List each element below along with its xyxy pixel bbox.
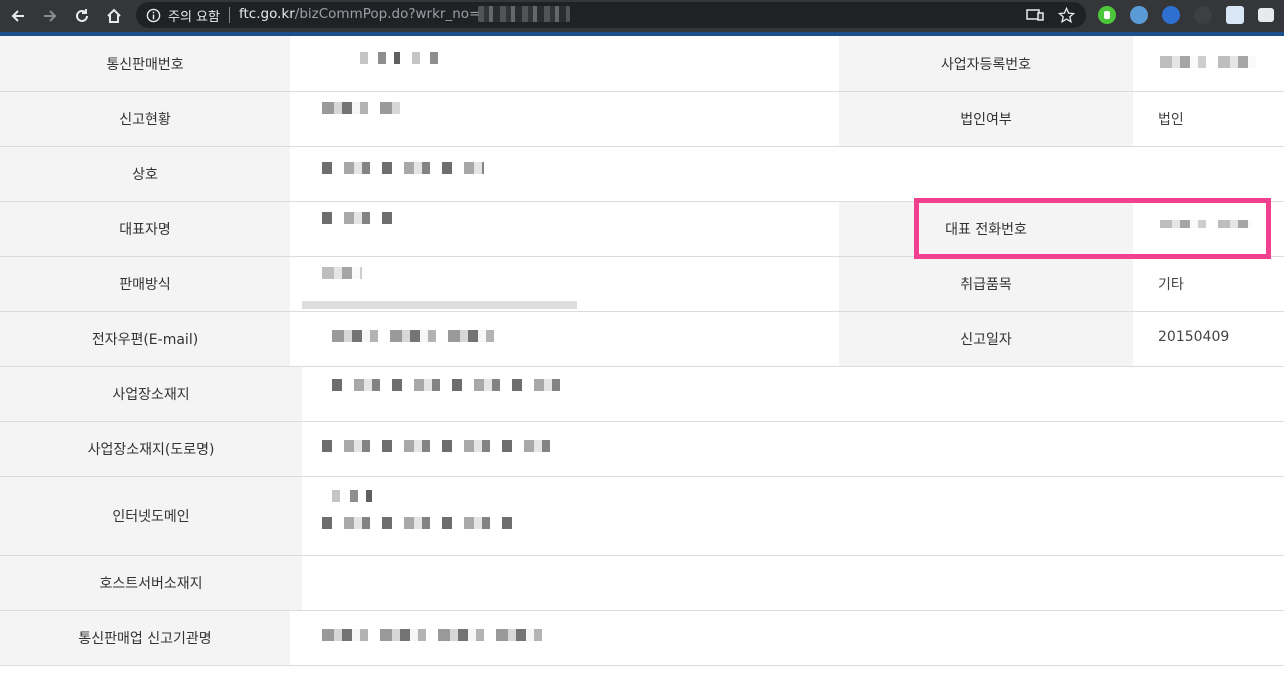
table-row-business-road-address: 사업장소재지(도로명) — [0, 422, 1284, 477]
redacted-url-param — [478, 6, 570, 22]
redacted-report-status — [322, 102, 400, 114]
label-representative-name: 대표자명 — [0, 202, 290, 256]
url-path: /bizCommPop.do?wrkr_no= — [294, 6, 481, 22]
url-text[interactable]: ftc.go.kr/bizCommPop.do?wrkr_no= — [239, 6, 480, 22]
omnibox-divider — [229, 7, 230, 23]
redacted-representative-name — [322, 212, 400, 224]
redacted-internet-domain-1 — [332, 490, 372, 502]
value-handled-items: 기타 — [1158, 277, 1184, 293]
label-email: 전자우편(E-mail) — [0, 312, 290, 366]
extension-blue-icon[interactable] — [1162, 6, 1180, 24]
extension-green-icon[interactable] — [1098, 6, 1116, 24]
label-mail-order-number: 통신판매번호 — [0, 36, 290, 91]
label-reporting-agency: 통신판매업 신고기관명 — [0, 611, 290, 665]
label-company-name: 상호 — [0, 147, 290, 201]
table-row-report-status: 신고현황 법인여부 법인 — [0, 92, 1284, 147]
bookmark-star-icon[interactable] — [1057, 6, 1076, 28]
table-row-email: 전자우편(E-mail) 신고일자 20150409 — [0, 312, 1284, 367]
table-row-internet-domain: 인터넷도메인 — [0, 477, 1284, 556]
redacted-business-address — [332, 379, 562, 391]
redacted-email — [332, 330, 494, 342]
back-icon[interactable] — [6, 4, 30, 28]
label-business-registration-number: 사업자등록번호 — [839, 36, 1133, 91]
extension-dim-icon[interactable] — [1194, 6, 1212, 24]
redacted-reporting-agency — [322, 629, 544, 641]
info-icon[interactable] — [146, 8, 161, 27]
extension-globe-icon[interactable] — [1130, 6, 1148, 24]
redacted-sales-method — [322, 267, 362, 279]
label-business-address: 사업장소재지 — [0, 367, 302, 421]
extension-mail-icon[interactable] — [1226, 6, 1244, 24]
extension-window-icon[interactable] — [1258, 8, 1274, 22]
label-internet-domain: 인터넷도메인 — [0, 477, 302, 555]
redacted-internet-domain-2 — [322, 517, 522, 529]
label-report-date: 신고일자 — [839, 312, 1133, 366]
table-row-host-server-location: 호스트서버소재지 — [0, 556, 1284, 611]
table-row-reporting-agency: 통신판매업 신고기관명 — [0, 611, 1284, 666]
scroll-shadow-bar — [302, 301, 577, 309]
label-business-road-address: 사업장소재지(도로명) — [0, 422, 302, 476]
table-row-mail-order-number: 통신판매번호 사업자등록번호 — [0, 36, 1284, 92]
table-row-company-name: 상호 — [0, 147, 1284, 202]
label-sales-method: 판매방식 — [0, 257, 290, 311]
label-host-server-location: 호스트서버소재지 — [0, 556, 302, 610]
value-corporation-status: 법인 — [1158, 112, 1184, 128]
table-row-business-address: 사업장소재지 — [0, 367, 1284, 422]
home-icon[interactable] — [102, 4, 126, 28]
url-host: ftc.go.kr — [239, 6, 295, 22]
redacted-business-road-address — [322, 440, 562, 452]
forward-icon[interactable] — [38, 4, 62, 28]
value-report-date: 20150409 — [1158, 329, 1230, 345]
label-report-status: 신고현황 — [0, 92, 290, 146]
redacted-business-registration-number — [1160, 56, 1256, 68]
phone-highlight-box — [914, 198, 1271, 259]
label-handled-items: 취급품목 — [839, 257, 1133, 311]
redacted-mail-order-number — [360, 52, 440, 64]
cast-icon[interactable] — [1026, 7, 1044, 27]
table-row-sales-method: 판매방식 취급품목 기타 — [0, 257, 1284, 312]
security-label[interactable]: 주의 요함 — [168, 6, 220, 25]
label-corporation-status: 법인여부 — [839, 92, 1133, 146]
redacted-company-name — [322, 162, 484, 174]
browser-toolbar: 주의 요함 ftc.go.kr/bizCommPop.do?wrkr_no= — [0, 0, 1284, 32]
reload-icon[interactable] — [70, 4, 94, 28]
